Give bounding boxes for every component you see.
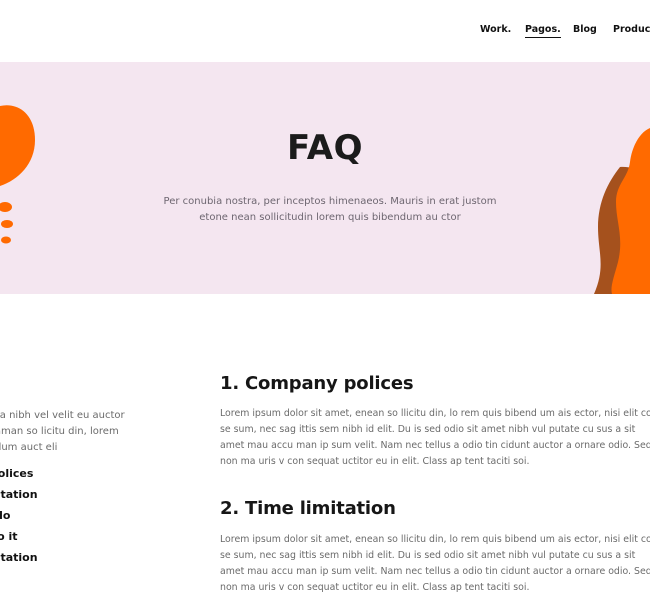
section-body-company-polices: Lorem ipsum dolor sit amet, enean so lli… [220, 408, 650, 467]
right-shape-decoration [594, 128, 650, 294]
section-title-time-limitation: 2. Time limitation [220, 498, 396, 519]
section-title-company-polices: 1. Company polices [220, 373, 414, 394]
section-body-time-limitation: Lorem ipsum dolor sit amet, enean so lli… [220, 534, 650, 593]
nav-item-products[interactable]: Products [613, 24, 650, 35]
sidebar-description: Proin gravida nibh vel velit eu auctor a… [0, 410, 125, 453]
page-title: FAQ [286, 128, 364, 168]
top-nav: Work. Pagos. Blog Products [0, 0, 650, 62]
sidebar-link-how-to-do[interactable]: 3. How to do [0, 509, 11, 522]
left-blob-decoration [0, 105, 35, 244]
nav-item-blog[interactable]: Blog [573, 24, 597, 35]
sidebar-heading [0, 380, 4, 394]
sidebar-link-time-limitation[interactable]: 2. Time limitation [0, 488, 38, 501]
hero-subtitle: Per conubia nostra, per inceptos himenae… [163, 196, 497, 223]
nav-item-pagos[interactable]: Pagos. [525, 24, 561, 38]
hero-banner: FAQ Per conubia nostra, per inceptos him… [0, 62, 650, 294]
sidebar-link-time-limitation-2[interactable]: 5. Time limitation [0, 551, 38, 562]
faq-sidebar: Proin gravida nibh vel velit eu auctor a… [0, 370, 190, 562]
sidebar-link-company-polices[interactable]: 1. Company polices [0, 467, 33, 480]
sidebar-link-why-to-do-it[interactable]: 4. Why to do it [0, 530, 18, 543]
nav-item-work[interactable]: Work. [480, 24, 511, 35]
faq-content: 1. Company polices Lorem ipsum dolor sit… [220, 370, 650, 610]
